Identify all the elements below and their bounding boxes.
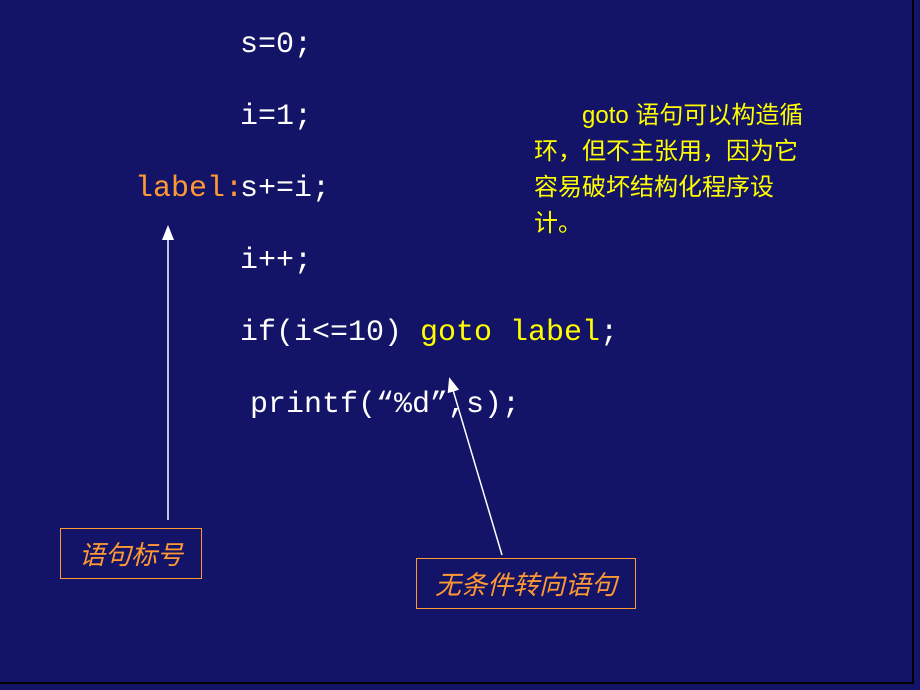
label-col-empty [145, 390, 250, 420]
code-if: if(i<=10) goto label; [240, 318, 618, 348]
label-col-empty [135, 246, 240, 276]
code-text: s=0; [240, 30, 312, 60]
label-col-empty [135, 102, 240, 132]
annotation-goto-text: 无条件转向语句 [435, 571, 617, 600]
slide-container: s=0; i=1; label: s+=i; i++; if(i<=10) go… [0, 0, 914, 684]
code-text: i=1; [240, 102, 312, 132]
code-text: printf(“%d”,s); [250, 390, 520, 420]
annotation-label-text: 语句标号 [79, 541, 183, 570]
code-line-5: if(i<=10) goto label; [135, 318, 618, 348]
label-keyword: label: [135, 174, 240, 204]
annotation-label-box: 语句标号 [60, 528, 202, 579]
annotation-goto-box: 无条件转向语句 [416, 558, 636, 609]
label-col-empty [135, 30, 240, 60]
code-line-4: i++; [135, 246, 618, 276]
code-text: s+=i; [240, 174, 330, 204]
side-note: goto 语句可以构造循环，但不主张用，因为它容易破坏结构化程序设计。 [534, 98, 804, 242]
code-text: i++; [240, 246, 312, 276]
goto-keyword: goto label [420, 316, 600, 350]
code-block: s=0; i=1; label: s+=i; i++; if(i<=10) go… [135, 30, 618, 462]
label-col-empty [135, 318, 240, 348]
code-line-1: s=0; [135, 30, 618, 60]
code-text: ; [600, 316, 618, 350]
code-line-6: printf(“%d”,s); [145, 390, 618, 420]
code-text: if(i<=10) [240, 316, 420, 350]
